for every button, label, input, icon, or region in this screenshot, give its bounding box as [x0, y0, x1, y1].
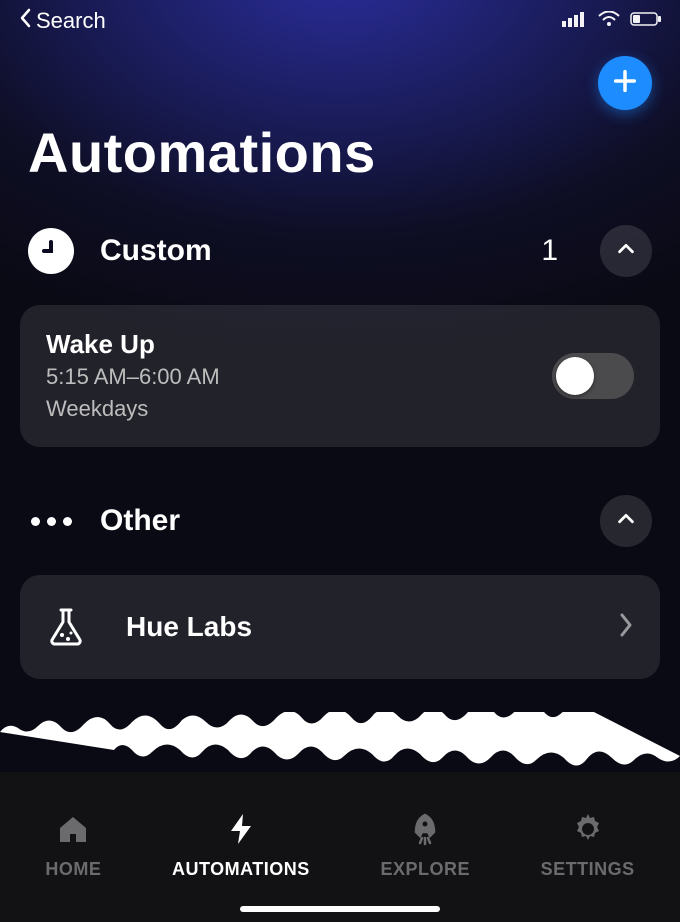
nav-label-automations: AUTOMATIONS	[172, 859, 310, 880]
chevron-up-icon	[615, 508, 637, 535]
bottom-nav: HOME AUTOMATIONS EXPLORE SETTINGS	[0, 772, 680, 922]
back-to-search-button[interactable]: Search	[18, 8, 106, 34]
automation-card-wake-up[interactable]: Wake Up 5:15 AM–6:00 AM Weekdays	[20, 305, 660, 447]
add-automation-button[interactable]	[598, 56, 652, 110]
toggle-knob	[556, 357, 594, 395]
home-icon	[56, 812, 90, 851]
nav-label-home: HOME	[45, 859, 101, 880]
torn-edge-decoration	[0, 712, 680, 772]
flask-icon	[46, 607, 86, 647]
section-header-other: Other	[20, 495, 660, 547]
collapse-other-button[interactable]	[600, 495, 652, 547]
section-title-other: Other	[100, 504, 574, 538]
nav-label-explore: EXPLORE	[380, 859, 470, 880]
wifi-icon	[598, 11, 620, 32]
back-label: Search	[36, 8, 106, 34]
nav-home[interactable]: HOME	[45, 812, 101, 880]
automation-time-range: 5:15 AM–6:00 AM	[46, 362, 220, 392]
more-icon	[28, 517, 74, 526]
collapse-custom-button[interactable]	[600, 225, 652, 277]
back-chevron-icon	[18, 8, 32, 34]
chevron-right-icon	[618, 612, 634, 643]
section-header-custom: Custom 1	[20, 225, 660, 277]
automation-toggle-wake-up[interactable]	[552, 353, 634, 399]
nav-explore[interactable]: EXPLORE	[380, 812, 470, 880]
status-bar: Search	[0, 0, 680, 34]
gear-icon	[571, 812, 605, 851]
rocket-icon	[408, 812, 442, 851]
other-item-title: Hue Labs	[126, 611, 252, 643]
page-title: Automations	[0, 110, 680, 225]
clock-icon	[28, 228, 74, 274]
nav-label-settings: SETTINGS	[541, 859, 635, 880]
bolt-icon	[224, 812, 258, 851]
automation-days: Weekdays	[46, 394, 220, 424]
status-icons	[562, 11, 662, 32]
battery-icon	[630, 11, 662, 32]
plus-icon	[611, 67, 639, 100]
other-card-hue-labs[interactable]: Hue Labs	[20, 575, 660, 679]
signal-icon	[562, 11, 588, 32]
chevron-up-icon	[615, 238, 637, 265]
section-title-custom: Custom	[100, 234, 515, 268]
nav-settings[interactable]: SETTINGS	[541, 812, 635, 880]
home-indicator[interactable]	[240, 906, 440, 912]
section-count-custom: 1	[541, 234, 558, 268]
automation-title: Wake Up	[46, 329, 220, 360]
nav-automations[interactable]: AUTOMATIONS	[172, 812, 310, 880]
